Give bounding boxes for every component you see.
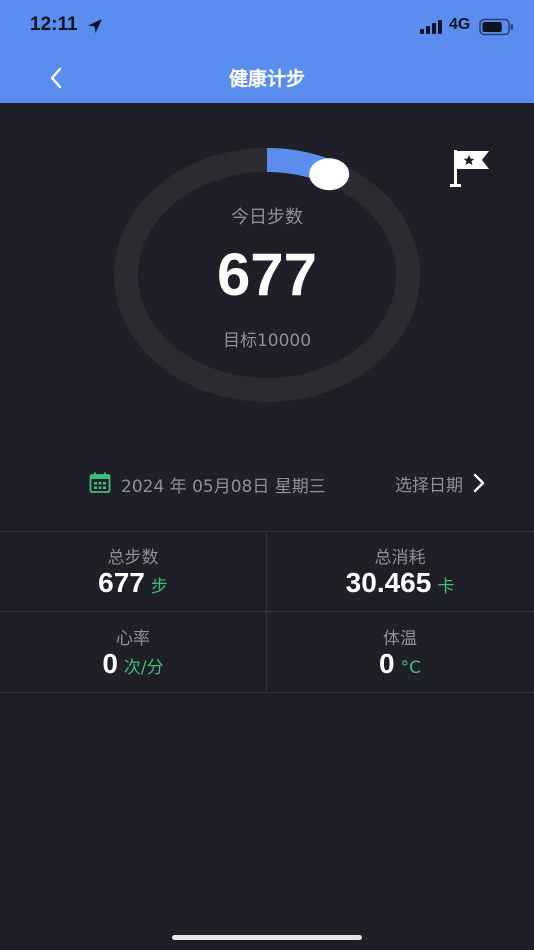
home-indicator[interactable] — [172, 935, 362, 940]
nav-bar: 健康计步 — [0, 54, 534, 103]
step-goal: 目标10000 — [222, 331, 312, 351]
page-title: 健康计步 — [228, 68, 305, 90]
ring-progress-knob — [309, 158, 350, 191]
stat-label: 总步数 — [107, 548, 159, 568]
stat-heart-rate: 心率 0 次/分 — [0, 612, 266, 693]
current-date: 2024 年 05月08日 星期三 — [121, 477, 326, 497]
battery-icon — [479, 18, 513, 36]
stat-value: 0 — [379, 648, 395, 679]
stat-label: 体温 — [383, 629, 417, 649]
stat-value: 0 — [102, 648, 118, 679]
status-bar: 12:11 4G — [0, 0, 534, 54]
stat-total-steps: 总步数 677 步 — [0, 531, 266, 612]
stat-body-temperature: 体温 0 °C — [267, 612, 533, 693]
health-pedometer-screen: 12:11 4G 健康计步 今日步数 677 目标10000 2024 年 05… — [0, 0, 534, 950]
stat-unit: 次/分 — [123, 658, 164, 678]
stat-label: 心率 — [116, 629, 150, 649]
header: 12:11 4G 健康计步 — [0, 0, 534, 103]
stat-unit: °C — [400, 658, 421, 678]
stat-unit: 卡 — [437, 577, 455, 597]
today-steps-value: 677 — [216, 241, 318, 308]
calendar-icon — [89, 472, 111, 493]
stat-label: 总消耗 — [374, 548, 426, 568]
stat-unit: 步 — [150, 577, 168, 597]
stat-value: 677 — [98, 567, 145, 598]
today-steps-label: 今日步数 — [231, 207, 303, 228]
stat-total-calories: 总消耗 30.465 卡 — [267, 531, 533, 612]
chevron-right-icon — [473, 473, 485, 493]
goal-flag-button[interactable] — [449, 147, 493, 189]
network-label: 4G — [449, 16, 471, 33]
select-date-button[interactable]: 选择日期 — [395, 468, 487, 498]
stats-grid: 总步数 677 步 总消耗 30.465 卡 心率 0 次/分 体温 0 °C — [0, 531, 534, 693]
location-arrow-icon — [88, 19, 102, 33]
date-row: 2024 年 05月08日 星期三 选择日期 — [0, 466, 534, 500]
stat-value: 30.465 — [345, 567, 432, 598]
signal-icon — [420, 20, 442, 34]
flag-star-icon — [450, 150, 489, 187]
select-date-label: 选择日期 — [395, 475, 463, 496]
status-time: 12:11 — [30, 14, 78, 35]
